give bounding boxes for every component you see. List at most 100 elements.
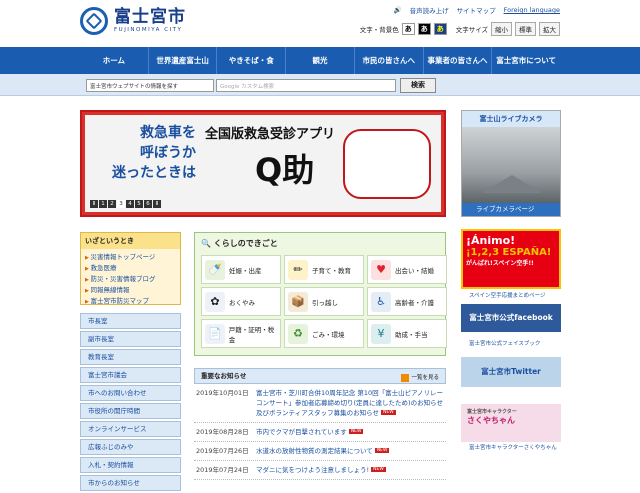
banner-line-1: 救急車を <box>140 125 196 141</box>
emergency-link[interactable]: 富士宮市防災マップ <box>85 296 176 307</box>
animo-sub: ¡1,2,3 ESPAÑA! <box>466 247 552 258</box>
life-cell[interactable]: 🍼 妊娠・出産 <box>201 255 281 284</box>
sakuya-link[interactable]: 富士宮市キャラクターさくやちゃん <box>461 444 561 453</box>
stroller-icon: 🍼 <box>205 259 225 280</box>
life-cell-label: 妊娠・出産 <box>229 266 262 275</box>
life-cell[interactable]: ♻ ごみ・環境 <box>284 319 364 348</box>
sidebar-item[interactable]: 市長室 <box>80 313 181 329</box>
banner-headline: 全国版救急受診アプリ <box>205 127 336 142</box>
hero-banner[interactable]: 救急車を 呼ぼうか 迷ったときは 全国版救急受診アプリ Q助 Ⅱ 1 2 3 4… <box>80 110 446 217</box>
text-bg-label: 文字・背景色 <box>359 26 399 34</box>
pager-pause[interactable]: Ⅱ <box>153 200 161 208</box>
recycle-icon: ♻ <box>288 323 308 344</box>
life-events-box: 🔍 くらしのできごと 🍼 妊娠・出産 ✏ 子育て・教育 ♥ 出会い・結婚 ✿ おくやみ … <box>194 232 447 356</box>
emergency-link[interactable]: 災害情報トップページ <box>85 252 176 263</box>
nav-about[interactable]: 富士宮市について <box>492 47 560 74</box>
bg-white-button[interactable]: あ <box>401 23 415 35</box>
foreign-language-link[interactable]: Foreign language <box>504 6 560 14</box>
size-small-button[interactable]: 縮小 <box>491 22 512 36</box>
facebook-banner[interactable]: 富士宮市公式facebook <box>461 304 561 332</box>
news-link[interactable]: 富士宮市・芝川町合併10周年記念 第10回「富士山ピアノリレーコンサート」参加者… <box>256 388 444 418</box>
live-camera-link[interactable]: ライブカメラページ <box>462 203 560 216</box>
pager-2[interactable]: 2 <box>108 200 116 208</box>
wheelchair-icon: ♿ <box>371 291 391 312</box>
sidebar-item[interactable]: 広報ふじのみや <box>80 439 181 455</box>
life-cell[interactable]: 📄 戸籍・証明・税金 <box>201 319 281 348</box>
animo-link[interactable]: スペイン空手応援まとめページ <box>461 292 561 301</box>
pager-1[interactable]: 1 <box>99 200 107 208</box>
site-logo[interactable]: 富士宮市 FUJINOMIYA CITY <box>80 7 186 35</box>
pager-5[interactable]: 5 <box>135 200 143 208</box>
news-list-link[interactable]: 一覧を見る <box>401 371 439 386</box>
sidebar-item[interactable]: 教育長室 <box>80 349 181 365</box>
sidebar-menu: 市長室 副市長室 教育長室 富士宮市議会 市へのお問い合わせ 市役所の開庁時間 … <box>80 313 181 493</box>
nav-citizens[interactable]: 市民の皆さんへ <box>355 47 424 74</box>
header: 富士宮市 FUJINOMIYA CITY 🔊 音声読み上げ サイトマップ For… <box>0 0 640 47</box>
life-cell-label: 子育て・教育 <box>312 266 351 275</box>
news-link[interactable]: 水道水の放射性物質の測定結果について NEW <box>256 446 390 456</box>
life-cell[interactable]: ♥ 出会い・結婚 <box>367 255 447 284</box>
sidebar-item[interactable]: オンラインサービス <box>80 421 181 437</box>
live-camera-image[interactable] <box>462 127 560 203</box>
emergency-link[interactable]: 同報無線情報 <box>85 285 176 296</box>
sidebar-item[interactable]: 入札・契約情報 <box>80 457 181 473</box>
news-row: 2019年08月28日 市内でクマが目撃されています NEW <box>194 423 446 442</box>
life-cell[interactable]: ¥ 助成・手当 <box>367 319 447 348</box>
sidebar-item[interactable]: 富士宮市議会 <box>80 367 181 383</box>
search-button[interactable]: 検索 <box>400 78 436 93</box>
logo-title: 富士宮市 <box>114 6 186 27</box>
bg-blue-button[interactable]: あ <box>433 23 447 35</box>
pager-3[interactable]: 3 <box>117 200 125 208</box>
pager-prev[interactable]: Ⅱ <box>90 200 98 208</box>
nav-home[interactable]: ホーム <box>80 47 149 74</box>
pager-4[interactable]: 4 <box>126 200 134 208</box>
banner-line-2: 呼ぼうか <box>140 145 196 161</box>
emergency-link[interactable]: 防災・災害情報ブログ <box>85 274 176 285</box>
news-list-label: 一覧を見る <box>411 375 439 381</box>
nav-business[interactable]: 事業者の皆さんへ <box>424 47 493 74</box>
life-cell-label: 出会い・結婚 <box>395 266 434 275</box>
flower-icon: ✿ <box>205 291 225 312</box>
news-link[interactable]: 市内でクマが目撃されています NEW <box>256 427 364 437</box>
nav-yakisoba[interactable]: やきそば・食 <box>217 47 287 74</box>
sidebar-item[interactable]: 市からのお知らせ <box>80 475 181 491</box>
news-date: 2019年07月26日 <box>196 447 249 455</box>
global-nav: ホーム 世界遺産富士山 やきそば・食 観光 市民の皆さんへ 事業者の皆さんへ 富… <box>0 47 640 74</box>
rss-icon <box>401 373 410 382</box>
nav-tourism[interactable]: 観光 <box>286 47 355 74</box>
life-cell[interactable]: ♿ 高齢者・介護 <box>367 287 447 316</box>
sitemap-link[interactable]: サイトマップ <box>457 5 496 15</box>
nav-fuji[interactable]: 世界遺産富士山 <box>149 47 218 74</box>
sidebar-item[interactable]: 市へのお問い合わせ <box>80 385 181 401</box>
life-cell[interactable]: 📦 引っ越し <box>284 287 364 316</box>
search-bar: 富士宮市ウェブサイトの情報を探す Google カスタム検索 検索 <box>0 74 640 96</box>
life-cell-label: 戸籍・証明・税金 <box>228 325 275 344</box>
twitter-banner[interactable]: 富士宮市Twitter <box>461 357 561 387</box>
sidebar-item[interactable]: 市役所の開庁時間 <box>80 403 181 419</box>
news-link[interactable]: マダニに気をつけよう注意しましょう! NEW <box>256 465 386 475</box>
life-cell[interactable]: ✏ 子育て・教育 <box>284 255 364 284</box>
news-row: 2019年10月01日 富士宮市・芝川町合併10周年記念 第10回「富士山ピアノリ… <box>194 384 446 423</box>
search-input[interactable]: Google カスタム検索 <box>216 79 396 92</box>
sakuya-banner[interactable]: 富士宮市キャラクター さくやちゃん <box>461 404 561 442</box>
life-cell-label: 引っ越し <box>312 298 338 307</box>
facebook-link[interactable]: 富士宮市公式フェイスブック <box>461 340 561 349</box>
size-big-button[interactable]: 拡大 <box>539 22 560 36</box>
search-scope-select[interactable]: 富士宮市ウェブサイトの情報を探す <box>86 79 214 92</box>
logo-subtitle: FUJINOMIYA CITY <box>114 26 183 33</box>
live-camera-title: 富士山ライブカメラ <box>462 111 560 127</box>
animo-banner[interactable]: ¡Ánimo! ¡1,2,3 ESPAÑA! がんばれ!スペイン空手!! <box>461 229 561 289</box>
new-badge: NEW <box>380 410 396 415</box>
size-std-button[interactable]: 標準 <box>515 22 536 36</box>
news-title: 重要なお知らせ <box>201 372 247 380</box>
life-cell-label: ごみ・環境 <box>312 330 345 339</box>
read-aloud-link[interactable]: 音声読み上げ <box>410 5 449 15</box>
banner-line-3: 迷ったときは <box>112 165 196 181</box>
sidebar-item[interactable]: 副市長室 <box>80 331 181 347</box>
emergency-link[interactable]: 救急医療 <box>85 263 176 274</box>
life-cell[interactable]: ✿ おくやみ <box>201 287 281 316</box>
news-date: 2019年08月28日 <box>196 428 249 436</box>
news-row: 2019年07月24日 マダニに気をつけよう注意しましょう! NEW <box>194 461 446 480</box>
pager-6[interactable]: 6 <box>144 200 152 208</box>
bg-black-button[interactable]: あ <box>417 23 431 35</box>
